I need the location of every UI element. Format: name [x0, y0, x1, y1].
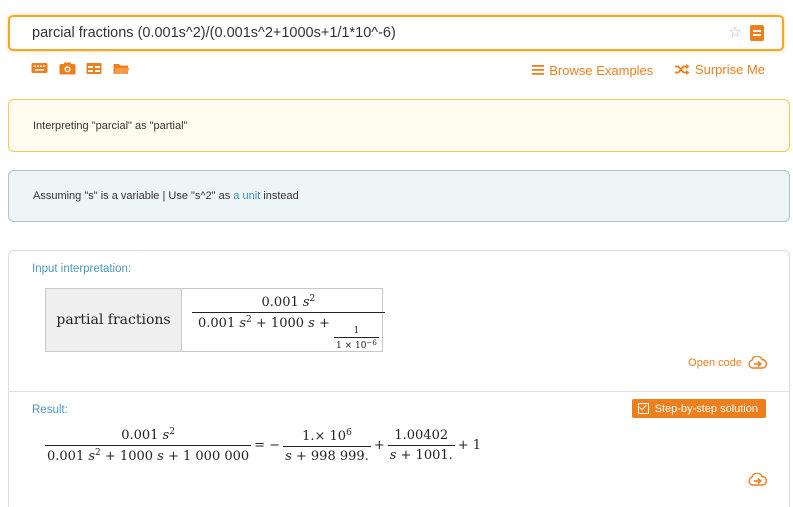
star-icon[interactable]: ☆ [729, 23, 742, 41]
keyboard-icon[interactable] [31, 62, 49, 76]
result-cloud-button[interactable] [748, 472, 768, 491]
cloud-arrow-icon [748, 472, 768, 486]
checkbox-icon [637, 403, 649, 414]
folder-icon[interactable] [113, 62, 131, 76]
results-pod: Input interpretation: partial fractions … [8, 250, 790, 507]
step-by-step-button[interactable]: Step-by-step solution [631, 399, 766, 418]
interpretation-notice: Interpreting "parcial" as "partial" [8, 99, 790, 152]
camera-icon[interactable] [59, 62, 77, 76]
search-input[interactable]: parcial fractions (0.001s^2)/(0.001s^2+1… [32, 25, 396, 41]
browse-examples-link[interactable]: Browse Examples [532, 63, 653, 78]
equals-icon[interactable] [750, 25, 764, 41]
surprise-me-link[interactable]: Surprise Me [674, 62, 765, 77]
step-by-step-label: Step-by-step solution [654, 402, 758, 415]
use-as-unit-link[interactable]: a unit [233, 190, 260, 202]
interpretation-lhs: partial fractions [46, 289, 182, 351]
shuffle-icon [674, 64, 690, 75]
menu-icon [532, 65, 545, 75]
cloud-arrow-icon [748, 356, 767, 369]
browse-examples-label: Browse Examples [549, 62, 654, 78]
surprise-me-label: Surprise Me [694, 62, 765, 77]
table-icon[interactable] [86, 62, 104, 76]
interpretation-rhs: 0.001 s2 0.001 s2 + 1000 s + 11 × 10−6 [182, 289, 385, 351]
pod-divider [9, 391, 789, 392]
open-code-link[interactable]: Open code [688, 356, 767, 369]
input-fraction: 0.001 s2 0.001 s2 + 1000 s + 11 × 10−6 [192, 294, 385, 351]
result-label: Result: [32, 404, 68, 416]
input-interpretation-label: Input interpretation: [32, 263, 132, 275]
input-interpretation-table: partial fractions 0.001 s2 0.001 s2 + 10… [45, 288, 385, 352]
interpretation-text: Interpreting "parcial" as "partial" [33, 120, 188, 132]
header-links: Browse Examples Surprise Me [514, 62, 765, 78]
assumption-text: Assuming "s" is a variable | Use "s^2" a… [33, 190, 299, 202]
assumption-prefix: Assuming "s" is a variable | Use "s^2" a… [33, 190, 234, 202]
open-code-label: Open code [688, 356, 742, 369]
result-expression: 0.001 s2 0.001 s2 + 1000 s + 1 000 000 =… [45, 427, 482, 464]
assumption-suffix: instead [260, 190, 299, 202]
assumption-notice: Assuming "s" is a variable | Use "s^2" a… [8, 170, 790, 222]
search-bar[interactable]: parcial fractions (0.001s^2)/(0.001s^2+1… [8, 15, 784, 51]
